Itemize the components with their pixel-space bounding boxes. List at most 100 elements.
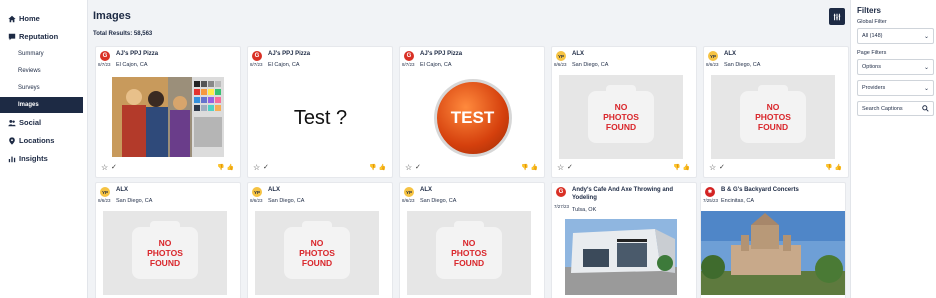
review-photo[interactable] [112,77,224,157]
filters-panel: Filters Global Filter All (148) ⌄ Page F… [850,0,936,298]
sidebar-item-reputation[interactable]: Reputation [0,28,87,45]
post-date: 8/7/23 [98,62,111,67]
sidebar-subitem-surveys[interactable]: Surveys [0,80,87,96]
image-card[interactable]: G AJ's PPJ Pizza 8/7/23 El Cajon, CA TES… [399,46,545,178]
sidebar-item-home[interactable]: Home [0,10,87,27]
image-card[interactable]: G Andy's Cafe And Axe Throwing and Yodel… [551,182,697,298]
sidebar-item-locations[interactable]: Locations [0,132,87,149]
review-photo[interactable]: TEST [415,77,530,159]
post-date: 8/6/23 [98,198,111,203]
image-card[interactable]: ✱ B & G's Backyard Concerts 7/25/23 Enci… [700,182,846,298]
total-results: Total Results: 58,563 [93,31,153,37]
global-filter-label: Global Filter [857,19,887,25]
location: El Cajon, CA [420,62,452,68]
image-card[interactable]: YP ALX 8/6/23 San Diego, CA NO PHOTOS FOUN… [247,182,393,298]
star-icon[interactable]: ☆ [253,163,260,172]
sidebar-item-label: Social [19,118,42,127]
sliders-icon [833,13,841,20]
thumbs-icons[interactable]: 👎 👍 [217,164,234,171]
star-icon[interactable]: ☆ [709,163,716,172]
photo-text: Test ? [293,106,348,129]
post-date: 8/7/23 [250,62,263,67]
business-name[interactable]: AJ's PPJ Pizza [268,51,390,59]
review-photo[interactable] [701,211,845,295]
yellowpages-icon: YP [404,187,414,197]
chart-icon [7,154,16,163]
sidebar-item-insights[interactable]: Insights [0,150,87,167]
search-captions-input[interactable] [862,105,917,112]
no-photo-placeholder: NO PHOTOS FOUND [255,211,379,295]
post-date: 8/6/23 [706,62,719,67]
camera-icon: NO PHOTOS FOUND [284,221,350,279]
sidebar-item-label: Locations [19,136,55,145]
global-filter-select[interactable]: All (148) ⌄ [857,28,934,44]
thumbs-icons[interactable]: 👎 👍 [369,164,386,171]
image-card[interactable]: YP ALX 8/6/23 San Diego, CA NO PHOTOS FOUN… [703,46,849,178]
camera-icon: NO PHOTOS FOUND [436,221,502,279]
image-card[interactable]: YP ALX 8/6/23 San Diego, CA NO PHOTOS FOUN… [95,182,241,298]
business-name[interactable]: ALX [420,187,542,195]
review-photo[interactable]: Test ? [263,77,378,159]
star-icon[interactable]: ☆ [405,163,412,172]
location: El Cajon, CA [116,62,148,68]
sidebar-item-label: Home [19,14,40,23]
sidebar-item-label: Insights [19,154,48,163]
image-card[interactable]: G AJ's PPJ Pizza 8/7/23 El Cajon, CA ☆ ✓… [95,46,241,178]
check-icon[interactable]: ✓ [263,163,269,171]
location: El Cajon, CA [268,62,300,68]
image-card[interactable]: YP ALX 8/6/23 San Diego, CA NO PHOTOS FOUN… [399,182,545,298]
location: Tulsa, OK [572,207,597,213]
test-badge: TEST [433,79,512,157]
camera-icon: NO PHOTOS FOUND [588,85,654,143]
sidebar-subitem-summary[interactable]: Summary [0,46,87,62]
pin-icon [7,136,16,145]
thumbs-icons[interactable]: 👎 👍 [825,164,842,171]
google-icon: G [252,51,262,61]
check-icon[interactable]: ✓ [415,163,421,171]
search-icon[interactable] [922,105,929,112]
home-icon [7,14,16,23]
options-select[interactable]: Options ⌄ [857,59,934,75]
check-icon[interactable]: ✓ [111,163,117,171]
location: San Diego, CA [572,62,609,68]
location: San Diego, CA [420,198,457,204]
no-photo-placeholder: NO PHOTOS FOUND [559,75,683,159]
image-card[interactable]: G AJ's PPJ Pizza 8/7/23 El Cajon, CA Tes… [247,46,393,178]
sidebar-item-label: Reputation [19,32,59,41]
chevron-down-icon: ⌄ [923,33,929,40]
star-icon[interactable]: ☆ [101,163,108,172]
business-name[interactable]: Andy's Cafe And Axe Throwing and Yodelin… [572,187,694,202]
google-icon: G [556,187,566,197]
business-name[interactable]: B & G's Backyard Concerts [721,187,843,195]
providers-select[interactable]: Providers ⌄ [857,80,934,96]
post-date: 7/27/23 [554,204,570,209]
business-name[interactable]: AJ's PPJ Pizza [116,51,238,59]
search-captions[interactable] [857,101,934,116]
image-card[interactable]: YP ALX 8/6/23 San Diego, CA NO PHOTOS FOUN… [551,46,697,178]
sidebar-item-social[interactable]: Social [0,114,87,131]
business-name[interactable]: ALX [268,187,390,195]
yellowpages-icon: YP [100,187,110,197]
no-photo-placeholder: NO PHOTOS FOUND [711,75,835,159]
camera-icon: NO PHOTOS FOUND [740,85,806,143]
check-icon[interactable]: ✓ [719,163,725,171]
filter-toggle-button[interactable] [829,8,845,25]
sidebar-subitem-reviews[interactable]: Reviews [0,63,87,79]
star-icon[interactable]: ☆ [557,163,564,172]
business-name[interactable]: AJ's PPJ Pizza [420,51,542,59]
location: San Diego, CA [268,198,305,204]
camera-icon: NO PHOTOS FOUND [132,221,198,279]
post-date: 8/7/23 [402,62,415,67]
review-photo[interactable] [565,219,677,295]
thumbs-icons[interactable]: 👎 👍 [673,164,690,171]
chat-icon [7,32,16,41]
business-name[interactable]: ALX [116,187,238,195]
business-name[interactable]: ALX [724,51,846,59]
thumbs-icons[interactable]: 👎 👍 [521,164,538,171]
check-icon[interactable]: ✓ [567,163,573,171]
page-title: Images [93,10,131,22]
no-photo-placeholder: NO PHOTOS FOUND [103,211,227,295]
location: Encinitas, CA [721,198,755,204]
business-name[interactable]: ALX [572,51,694,59]
sidebar-subitem-images[interactable]: Images [0,97,83,113]
